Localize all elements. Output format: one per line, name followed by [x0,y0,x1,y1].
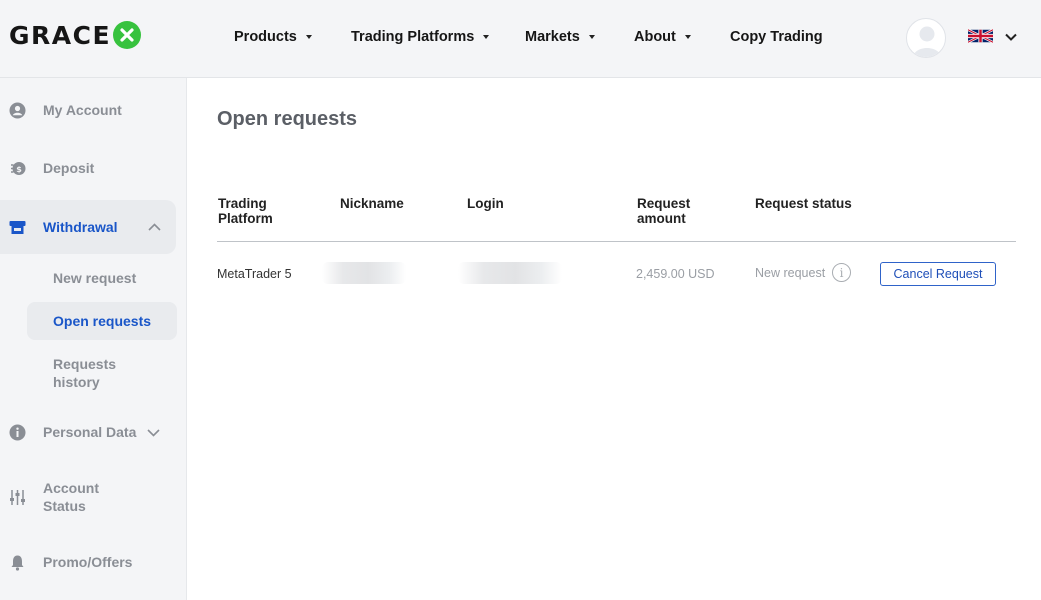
sidebar-item-account-status[interactable]: Account Status [0,478,187,516]
caret-down-icon [588,35,595,39]
caret-down-icon [305,35,312,39]
nav-trading-platforms[interactable]: Trading Platforms [351,29,490,45]
sidebar-item-label: Promo/Offers [43,554,133,570]
sidebar-item-deposit[interactable]: $ Deposit [0,158,187,178]
withdrawal-icon [9,219,26,236]
nav-trading-platforms-label: Trading Platforms [351,29,475,45]
nav-markets[interactable]: Markets [525,29,595,45]
nav-products-label: Products [234,29,297,45]
sidebar-item-promo-offers[interactable]: Promo/Offers [0,552,187,572]
column-header-request-status: Request status [755,196,852,211]
nav-products[interactable]: Products [234,29,312,45]
sidebar-item-label: Deposit [43,160,95,176]
table-header-divider [217,241,1016,242]
sidebar-item-label: My Account [43,102,122,118]
sliders-icon [9,489,26,506]
column-header-trading-platform: Trading Platform [218,196,273,226]
nav-about-label: About [634,29,676,45]
nav-copy-trading-label: Copy Trading [730,29,823,45]
user-avatar-icon[interactable] [906,18,946,58]
sidebar-item-label: Personal Data [43,424,137,440]
cell-request-amount: 2,459.00 USD [636,267,715,281]
chevron-up-icon[interactable] [147,220,162,235]
uk-flag-icon[interactable] [968,29,993,43]
logo-x-icon [113,21,142,49]
sidebar-item-personal-data[interactable]: Personal Data [0,422,187,442]
column-header-nickname: Nickname [340,196,404,211]
top-header: GRACE Products Trading Platforms Markets… [0,0,1041,78]
cell-nickname-redacted [322,262,406,284]
cell-trading-platform: MetaTrader 5 [217,267,292,281]
chevron-down-icon[interactable] [1004,30,1018,44]
chevron-down-icon[interactable] [146,425,161,440]
logo-text: GRACE [9,20,112,50]
cell-login-redacted [458,262,562,284]
column-header-request-amount: Request amount [637,196,691,226]
bell-icon [9,554,26,571]
caret-down-icon [684,35,691,39]
page-title: Open requests [217,108,358,130]
user-circle-icon [9,102,26,119]
info-icon[interactable]: i [832,263,851,282]
sidebar-subitem-open-requests[interactable]: Open requests [53,312,151,330]
deposit-coin-icon: $ [9,160,26,177]
sidebar-item-label: Withdrawal [43,219,118,235]
nav-about[interactable]: About [634,29,691,45]
gracex-logo[interactable]: GRACE [9,20,142,50]
info-circle-icon [9,424,26,441]
sidebar-item-label: Account Status [43,480,99,514]
nav-copy-trading[interactable]: Copy Trading [730,29,823,45]
column-header-login: Login [467,196,504,211]
cell-request-status: New request [755,266,826,280]
sidebar-item-withdrawal[interactable]: Withdrawal [0,217,187,237]
caret-down-icon [483,35,490,39]
cancel-request-button[interactable]: Cancel Request [880,262,996,286]
nav-markets-label: Markets [525,29,580,45]
sidebar: My Account $ Deposit Withdrawal New requ… [0,78,187,600]
sidebar-item-my-account[interactable]: My Account [0,100,187,120]
sidebar-subitem-new-request[interactable]: New request [53,269,136,287]
sidebar-subitem-requests-history[interactable]: Requests history [53,355,133,391]
svg-text:$: $ [16,165,22,174]
